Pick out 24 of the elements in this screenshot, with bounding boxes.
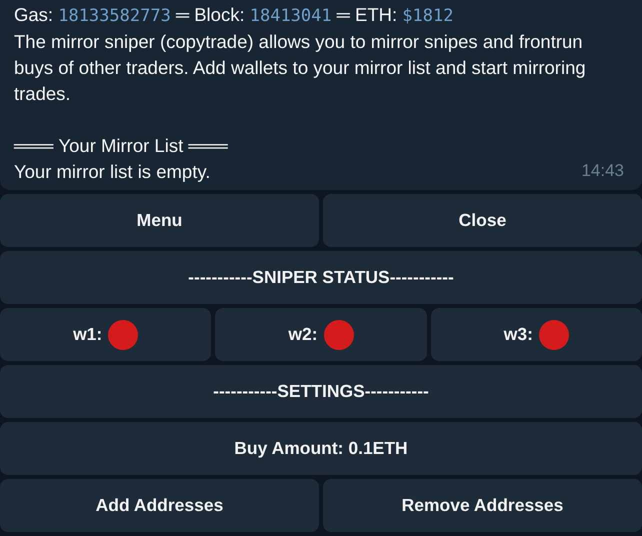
keyboard-button[interactable]: w1: bbox=[0, 308, 212, 361]
keyboard-button[interactable]: Remove Addresses bbox=[323, 479, 642, 532]
keyboard-button[interactable]: Add Addresses bbox=[0, 479, 319, 532]
stat-label: ETH: bbox=[355, 3, 398, 27]
keyboard-button[interactable]: w2: bbox=[215, 308, 427, 361]
message-time: 14:43 bbox=[581, 160, 624, 182]
separator: ═ bbox=[174, 3, 190, 27]
rule: ═══ bbox=[14, 134, 54, 158]
keyboard-button[interactable]: Menu bbox=[0, 194, 319, 247]
keyboard-button[interactable]: Close bbox=[323, 194, 642, 247]
keyboard-button[interactable]: -----------SETTINGS----------- bbox=[0, 365, 642, 418]
stat-value: 18413041 bbox=[250, 5, 332, 28]
separator: ═ bbox=[336, 3, 351, 27]
stat-label: Block: bbox=[194, 3, 246, 27]
stat-label: Gas: bbox=[14, 3, 54, 27]
message-text: Your mirror list is empty. bbox=[14, 160, 210, 184]
keyboard-button[interactable]: -----------SNIPER STATUS----------- bbox=[0, 251, 642, 304]
keyboard-button[interactable]: w3: bbox=[430, 308, 642, 361]
stat-value: 18133582773 bbox=[58, 5, 171, 28]
stat-value: $1812 bbox=[402, 5, 454, 28]
keyboard-button[interactable]: Buy Amount: 0.1ETH bbox=[0, 422, 642, 475]
rule: ═══ bbox=[187, 134, 228, 158]
message-text: The mirror sniper (copytrade) allows you to mirror snipes and frontrun buys of other traders. Add wallets to your mirror list and start mirroring trades. bbox=[14, 30, 587, 106]
section-title: Your Mirror List bbox=[58, 134, 184, 158]
